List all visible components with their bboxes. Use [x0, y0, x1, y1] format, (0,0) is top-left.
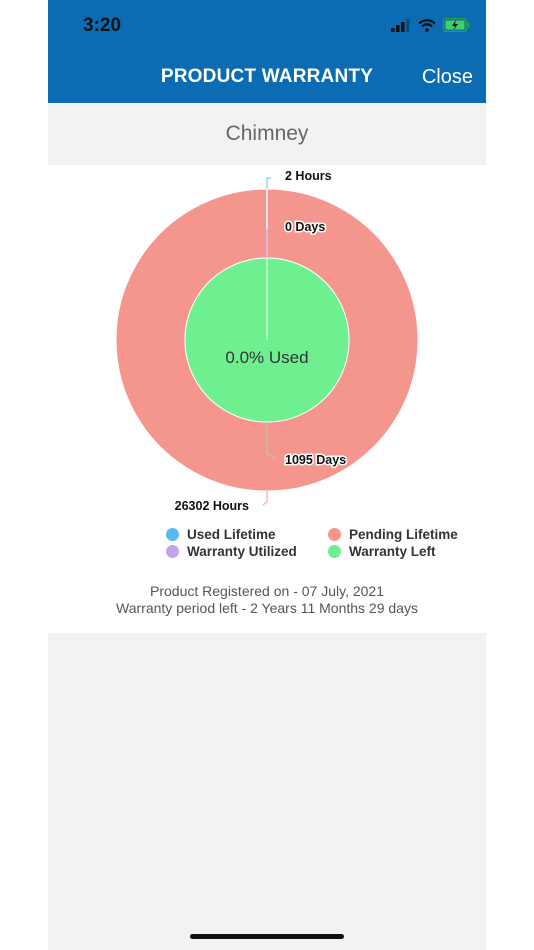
legend-dot — [328, 528, 341, 541]
legend-item-warranty-left[interactable]: Warranty Left — [328, 544, 436, 559]
warranty-card: 2 Hours 0 Days 1095 Days 26302 Hours 0.0% U… — [48, 165, 486, 633]
navigation-header: 3:20 PRODUCT WARRANTY Close — [48, 0, 486, 103]
label-used-lifetime: 2 Hours — [285, 169, 332, 183]
leader-used-lifetime — [266, 177, 271, 189]
chart-center-label: 0.0% Used — [225, 348, 309, 367]
home-indicator — [190, 934, 344, 939]
label-pending-lifetime: 26302 Hours — [175, 499, 249, 513]
legend-dot — [328, 545, 341, 558]
status-time: 3:20 — [83, 15, 122, 36]
close-button[interactable]: Close — [422, 66, 473, 89]
page-title: PRODUCT WARRANTY — [160, 66, 374, 87]
app-screen: 3:20 PRODUCT WARRANTY Close Chimney 2 Ho… — [48, 0, 486, 950]
legend-item-pending-lifetime[interactable]: Pending Lifetime — [328, 527, 458, 542]
label-warranty-left: 1095 Days — [285, 453, 346, 467]
legend-dot — [166, 528, 179, 541]
legend-label: Pending Lifetime — [349, 527, 458, 542]
signal-icon — [391, 18, 410, 32]
legend-label: Used Lifetime — [187, 527, 276, 542]
legend-item-used-lifetime[interactable]: Used Lifetime — [166, 527, 276, 542]
inner-slice-warranty-left — [184, 257, 350, 423]
legend-label: Warranty Utilized — [187, 544, 297, 559]
legend-item-warranty-utilized[interactable]: Warranty Utilized — [166, 544, 297, 559]
product-name: Chimney — [48, 103, 486, 165]
status-icons — [391, 18, 470, 32]
battery-charging-icon — [443, 18, 470, 32]
warranty-period-left-text: Warranty period left - 2 Years 11 Months… — [116, 600, 418, 616]
warranty-donut-chart: 2 Hours 0 Days 1095 Days 26302 Hours — [115, 168, 419, 515]
leader-pending-lifetime — [262, 491, 268, 506]
legend-dot — [166, 545, 179, 558]
legend-label: Warranty Left — [349, 544, 436, 559]
registered-date-text: Product Registered on - 07 July, 2021 — [150, 583, 384, 599]
label-warranty-utilized: 0 Days — [285, 220, 325, 234]
wifi-icon — [418, 18, 436, 32]
